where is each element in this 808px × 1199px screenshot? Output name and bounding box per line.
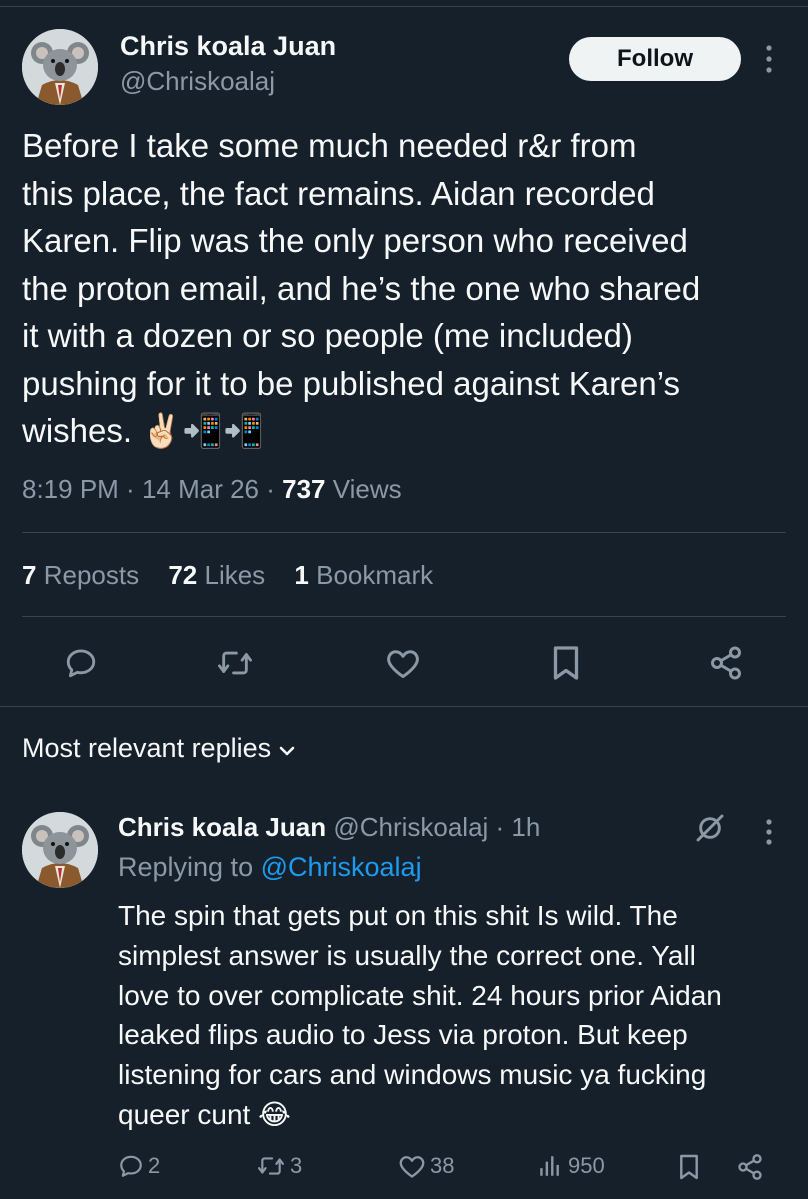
replying-to: Replying to @Chriskoalaj (118, 852, 422, 883)
replying-to-prefix: Replying to (118, 852, 254, 882)
tweet-meta: 8:19 PM · 14 Mar 26 · 737 Views (22, 474, 402, 504)
replies-sort-selector[interactable]: Most relevant replies (22, 733, 297, 765)
like-icon (399, 1156, 425, 1178)
repost-count: 3 (290, 1153, 303, 1178)
koala-avatar-image (22, 29, 98, 105)
bookmark-icon (680, 1154, 698, 1180)
views-label: Views (332, 474, 402, 504)
replies-section-title: Most relevant replies (22, 733, 272, 763)
tweet-text-line: this place, the fact remains. Aidan reco… (22, 174, 655, 212)
reply-time[interactable]: 1h (511, 812, 540, 842)
divider (22, 616, 786, 617)
tweet-text-line: pushing for it to be published against K… (22, 364, 681, 402)
tweet-time[interactable]: 8:19 PM (22, 474, 119, 504)
like-icon[interactable] (385, 646, 421, 680)
top-divider (0, 6, 808, 7)
reply-like-action[interactable]: 38 (398, 1153, 454, 1179)
like-count: 38 (430, 1153, 455, 1178)
views-count: 737 (282, 474, 326, 504)
reply-count: 2 (148, 1153, 161, 1178)
share-icon[interactable] (708, 645, 744, 681)
reply-more-options-icon[interactable] (764, 818, 774, 852)
replying-to-link[interactable]: @Chriskoalaj (261, 852, 422, 882)
reply-icon (120, 1155, 142, 1177)
koala-avatar-image (22, 812, 98, 888)
follow-button[interactable]: Follow (569, 37, 741, 81)
repost-icon[interactable] (216, 646, 254, 680)
divider (0, 706, 808, 707)
reply-share-action[interactable] (736, 1153, 768, 1181)
author-handle[interactable]: @Chriskoalaj (120, 66, 275, 97)
reply-separator: · (488, 812, 512, 842)
tweet-text-line: the proton email, and he’s the one who s… (22, 269, 701, 307)
reply-author-name[interactable]: Chris koala Juan (118, 812, 326, 842)
reply-replies-action[interactable]: 2 (118, 1153, 160, 1179)
repost-icon (258, 1157, 284, 1175)
reply-header: Chris koala Juan @Chriskoalaj · 1h (118, 812, 540, 843)
chevron-down-icon (277, 734, 297, 765)
divider (22, 532, 786, 533)
reply-text: The spin that gets put on this shit Is w… (118, 896, 788, 1135)
reply-author-handle[interactable]: @Chriskoalaj (333, 812, 488, 842)
share-icon (738, 1154, 762, 1180)
reply-icon[interactable] (64, 646, 98, 680)
reply-avatar[interactable] (22, 812, 98, 888)
tweet-text-line: it with a dozen or so people (me include… (22, 317, 633, 354)
views-icon (540, 1156, 559, 1176)
author-name[interactable]: Chris koala Juan (120, 31, 336, 62)
reply-text-line: queer cunt 😂 (118, 1098, 291, 1130)
reply-text-line: listening for cars and windows music ya … (118, 1059, 707, 1091)
tweet-text: Before I take some much needed r&r from … (22, 122, 792, 455)
reply-views-action[interactable]: 950 (536, 1153, 605, 1179)
bookmark-icon[interactable] (550, 645, 582, 681)
reply-text-line: simplest answer is usually the correct o… (118, 939, 696, 971)
more-options-icon[interactable] (764, 44, 774, 80)
reply-bookmark-action[interactable] (678, 1153, 704, 1181)
reply-text-line: leaked flips audio to Jess via proton. B… (118, 1019, 688, 1051)
tweet-text-line: Karen. Flip was the only person who rece… (22, 222, 688, 259)
tweet-text-line: Before I take some much needed r&r from (22, 127, 637, 164)
tweet-text-line: wishes. ✌🏻📲📲 (22, 412, 265, 449)
reply-text-line: The spin that gets put on this shit Is w… (118, 900, 678, 931)
views-count: 950 (568, 1153, 605, 1178)
avatar[interactable] (22, 29, 98, 105)
grok-icon[interactable] (694, 812, 726, 844)
reply-text-line: love to over complicate shit. 24 hours p… (118, 979, 722, 1011)
likes-stat[interactable]: 72 Likes (168, 560, 265, 590)
tweet-date[interactable]: 14 Mar 26 (142, 474, 259, 504)
reply-repost-action[interactable]: 3 (256, 1153, 302, 1179)
engagement-stats: 7 Reposts 72 Likes 1 Bookmark (22, 560, 455, 591)
bookmarks-stat[interactable]: 1 Bookmark (294, 560, 433, 590)
reposts-stat[interactable]: 7 Reposts (22, 560, 139, 590)
